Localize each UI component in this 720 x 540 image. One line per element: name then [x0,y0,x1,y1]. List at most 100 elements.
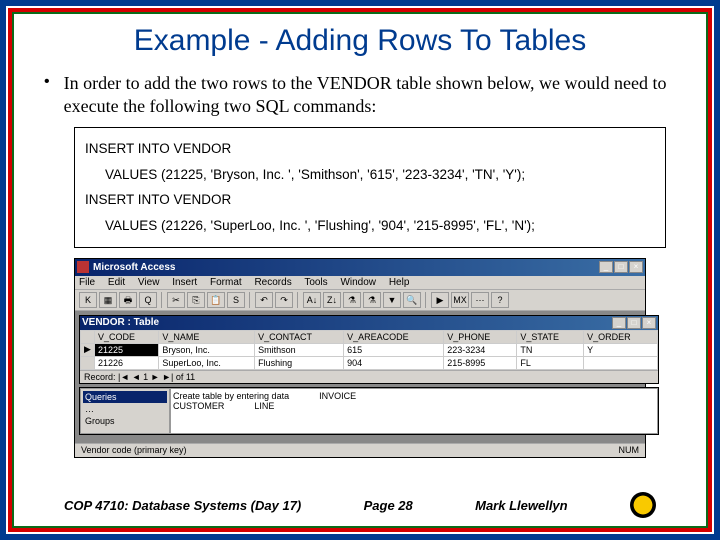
cell[interactable]: FL [517,356,584,369]
table-window-controls: _ □ × [612,317,656,329]
cell[interactable] [584,356,658,369]
menu-edit[interactable]: Edit [108,277,125,288]
toolbar: K ▦ 🖶 Q ✂ ⎘ 📋 S ↶ ↷ A↓ Z↓ ⚗ ⚗ ▼ 🔍 [75,290,645,311]
col-vcode[interactable]: V_CODE [95,330,159,343]
maximize-button[interactable]: □ [614,261,628,273]
footer-course: COP 4710: Database Systems (Day 17) [64,498,301,513]
footer-page: Page 28 [364,498,413,513]
toolbar-btn-2[interactable]: 🖶 [119,292,137,308]
cell[interactable]: Smithson [255,343,344,356]
sql-code-box: INSERT INTO VENDOR VALUES (21225, 'Bryso… [74,127,666,248]
table-minimize-button[interactable]: _ [612,317,626,329]
toolbar-sep-4 [425,292,427,308]
table-row[interactable]: 21226 SuperLoo, Inc. Flushing 904 215-89… [81,356,658,369]
menu-records[interactable]: Records [254,277,291,288]
col-vname[interactable]: V_NAME [159,330,255,343]
row-marker-0: ▶ [81,343,95,356]
access-app-icon [77,261,89,273]
slide-title: Example - Adding Rows To Tables [44,24,676,58]
toolbar-btn-15[interactable]: 🔍 [403,292,421,308]
titlebar: Microsoft Access _ □ × [75,259,645,276]
db-main-list: Create table by entering data INVOICE CU… [170,388,658,434]
toolbar-btn-8[interactable]: ↶ [255,292,273,308]
db-window: Queries … Groups Create table by enterin… [79,387,659,435]
col-vstate[interactable]: V_STATE [517,330,584,343]
data-grid[interactable]: V_CODE V_NAME V_CONTACT V_AREACODE V_PHO… [80,330,658,370]
list-item[interactable]: LINE [254,401,274,411]
sql1-line2: VALUES (21225, 'Bryson, Inc. ', 'Smithso… [85,162,655,188]
menu-tools[interactable]: Tools [304,277,327,288]
toolbar-btn-18[interactable]: ⋯ [471,292,489,308]
toolbar-btn-5[interactable]: ⎘ [187,292,205,308]
mdi-area: VENDOR : Table _ □ × V_CODE V_NAM [75,311,645,443]
menu-insert[interactable]: Insert [172,277,197,288]
toolbar-btn-17[interactable]: MX [451,292,469,308]
toolbar-btn-9[interactable]: ↷ [275,292,293,308]
toolbar-btn-12[interactable]: ⚗ [343,292,361,308]
menu-help[interactable]: Help [389,277,410,288]
slide-footer: COP 4710: Database Systems (Day 17) Page… [64,492,656,518]
db-sidebar: Queries … Groups [80,388,170,434]
bullet: • [44,72,50,117]
cell[interactable]: TN [517,343,584,356]
cell[interactable]: Bryson, Inc. [159,343,255,356]
toolbar-btn-4[interactable]: ✂ [167,292,185,308]
status-right: NUM [619,445,640,456]
toolbar-btn-10[interactable]: A↓ [303,292,321,308]
toolbar-btn-13[interactable]: ⚗ [363,292,381,308]
slide-frame: Example - Adding Rows To Tables • In ord… [0,0,720,540]
col-vorder[interactable]: V_ORDER [584,330,658,343]
col-vphone[interactable]: V_PHONE [444,330,517,343]
list-item[interactable]: INVOICE [319,391,356,401]
toolbar-sep-2 [249,292,251,308]
col-vareacode[interactable]: V_AREACODE [344,330,444,343]
toolbar-btn-0[interactable]: K [79,292,97,308]
header-row: V_CODE V_NAME V_CONTACT V_AREACODE V_PHO… [81,330,658,343]
toolbar-btn-1[interactable]: ▦ [99,292,117,308]
window-controls: _ □ × [599,261,643,273]
statusbar: Vendor code (primary key) NUM [75,443,645,457]
close-button[interactable]: × [629,261,643,273]
toolbar-btn-3[interactable]: Q [139,292,157,308]
toolbar-btn-7[interactable]: S [227,292,245,308]
sidebar-item-queries[interactable]: Queries [83,391,167,403]
cell[interactable]: 223-3234 [444,343,517,356]
menu-format[interactable]: Format [210,277,242,288]
cell[interactable]: 215-8995 [444,356,517,369]
status-left: Vendor code (primary key) [81,445,187,456]
cell[interactable]: Flushing [255,356,344,369]
sidebar-item-more[interactable]: … [83,403,167,415]
toolbar-btn-6[interactable]: 📋 [207,292,225,308]
table-window-title: VENDOR : Table [82,317,612,328]
app-title: Microsoft Access [93,262,599,273]
menu-window[interactable]: Window [340,277,376,288]
cell[interactable]: 904 [344,356,444,369]
footer-author: Mark Llewellyn [475,498,567,513]
cell[interactable]: Y [584,343,658,356]
sidebar-item-groups[interactable]: Groups [83,415,167,427]
list-item[interactable]: Create table by entering data [173,391,289,401]
toolbar-btn-14[interactable]: ▼ [383,292,401,308]
menu-view[interactable]: View [138,277,160,288]
table-row[interactable]: ▶ 21225 Bryson, Inc. Smithson 615 223-32… [81,343,658,356]
menubar: File Edit View Insert Format Records Too… [75,276,645,290]
toolbar-sep-1 [161,292,163,308]
minimize-button[interactable]: _ [599,261,613,273]
cell[interactable]: 21225 [95,343,159,356]
cell[interactable]: SuperLoo, Inc. [159,356,255,369]
record-navigator[interactable]: Record: |◄ ◄ 1 ► ►| of 11 [80,370,658,383]
cell[interactable]: 21226 [95,356,159,369]
table-close-button[interactable]: × [642,317,656,329]
table-window: VENDOR : Table _ □ × V_CODE V_NAM [79,315,659,384]
table-maximize-button[interactable]: □ [627,317,641,329]
access-window: Microsoft Access _ □ × File Edit View In… [74,258,646,458]
corner-cell [81,330,95,343]
list-item[interactable]: CUSTOMER [173,401,224,411]
toolbar-btn-19[interactable]: ? [491,292,509,308]
cell[interactable]: 615 [344,343,444,356]
menu-file[interactable]: File [79,277,95,288]
toolbar-btn-16[interactable]: ▶ [431,292,449,308]
col-vcontact[interactable]: V_CONTACT [255,330,344,343]
toolbar-btn-11[interactable]: Z↓ [323,292,341,308]
sql2-line2: VALUES (21226, 'SuperLoo, Inc. ', 'Flush… [85,213,655,239]
